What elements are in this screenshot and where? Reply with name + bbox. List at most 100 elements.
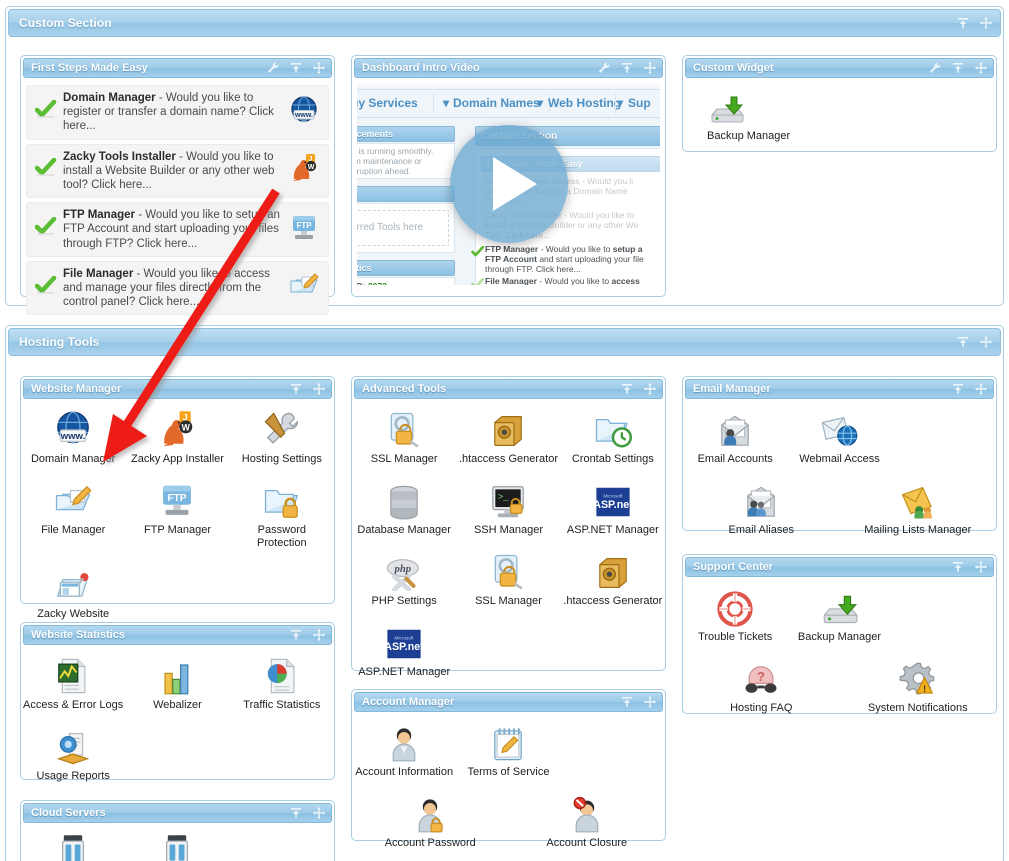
move-icon[interactable] bbox=[644, 383, 656, 395]
tile-label: Account Password bbox=[384, 837, 476, 849]
collapse-icon[interactable] bbox=[957, 17, 969, 29]
webalizer-icon bbox=[127, 655, 227, 695]
tile-label: Crontab Settings bbox=[571, 453, 654, 465]
tile-zacky-app-installer[interactable]: J W Zacky App Installer bbox=[125, 403, 229, 474]
panel-first-steps: First Steps Made Easy Domain Manager - W… bbox=[20, 55, 335, 316]
tile-webmail-access[interactable]: Webmail Access bbox=[787, 403, 891, 474]
backup-manager-icon bbox=[789, 587, 889, 627]
tile-account-information[interactable]: Account Information bbox=[352, 716, 456, 787]
tile-cloud-server-2[interactable] bbox=[125, 827, 229, 861]
ssl-manager-icon bbox=[458, 551, 558, 591]
tile-account-password[interactable]: Account Password bbox=[352, 787, 509, 858]
tile-label: PHP Settings bbox=[371, 595, 437, 607]
thumb-menu-item: ▾ bbox=[617, 96, 624, 110]
custom-widget-title: Custom Widget bbox=[693, 62, 774, 74]
tile-password-protection[interactable]: Password Protection bbox=[230, 474, 334, 558]
move-icon[interactable] bbox=[644, 696, 656, 708]
tile-label: .htaccess Generator bbox=[458, 453, 559, 465]
tile-ssl-manager-2[interactable]: SSL Manager bbox=[456, 545, 560, 616]
list-item-title: Domain Manager bbox=[63, 92, 156, 104]
wrench-icon[interactable] bbox=[929, 62, 941, 74]
tile-trouble-tickets[interactable]: Trouble Tickets bbox=[683, 581, 787, 652]
cloud-servers-header: Cloud Servers bbox=[23, 803, 332, 823]
collapse-icon[interactable] bbox=[952, 561, 964, 573]
password-protection-icon bbox=[232, 480, 332, 520]
move-icon[interactable] bbox=[644, 62, 656, 74]
tile-label: .htaccess Generator bbox=[563, 595, 663, 607]
collapse-icon[interactable] bbox=[952, 62, 964, 74]
support-center-grid: Trouble Tickets Backup Manager ? Hosting… bbox=[683, 579, 996, 723]
tile-label: Trouble Tickets bbox=[698, 631, 773, 643]
website-manager-header: Website Manager bbox=[23, 379, 332, 399]
usage-reports-icon bbox=[23, 726, 123, 766]
intro-video-title: Dashboard Intro Video bbox=[362, 62, 480, 74]
tile-access-error-logs[interactable]: Access & Error Logs bbox=[21, 649, 125, 720]
tile-label: FTP Manager bbox=[143, 524, 212, 536]
tile-htaccess-generator-1[interactable]: .htaccess Generator bbox=[456, 403, 560, 474]
collapse-icon[interactable] bbox=[290, 62, 302, 74]
collapse-icon[interactable] bbox=[290, 807, 302, 819]
tile-hosting-settings[interactable]: Hosting Settings bbox=[230, 403, 334, 474]
move-icon[interactable] bbox=[980, 17, 992, 29]
move-icon[interactable] bbox=[313, 629, 325, 641]
tile-account-closure[interactable]: Account Closure bbox=[509, 787, 666, 858]
ftp-manager-icon: FTP bbox=[284, 212, 324, 247]
wrench-icon[interactable] bbox=[598, 62, 610, 74]
collapse-icon[interactable] bbox=[957, 336, 969, 348]
collapse-icon[interactable] bbox=[621, 383, 633, 395]
collapse-icon[interactable] bbox=[621, 696, 633, 708]
play-icon[interactable] bbox=[449, 124, 568, 243]
list-item[interactable]: File Manager - Would you like to access … bbox=[26, 260, 329, 316]
tile-system-notifications[interactable]: ! System Notifications bbox=[840, 652, 997, 723]
website-statistics-title: Website Statistics bbox=[31, 629, 125, 641]
website-statistics-header: Website Statistics bbox=[23, 625, 332, 645]
svg-text:FTP: FTP bbox=[296, 221, 312, 230]
collapse-icon[interactable] bbox=[952, 383, 964, 395]
tile-email-accounts[interactable]: Email Accounts bbox=[683, 403, 787, 474]
list-item[interactable]: Domain Manager - Would you like to regis… bbox=[26, 85, 329, 140]
tile-cloud-server-1[interactable] bbox=[21, 827, 125, 861]
tile-terms-of-service[interactable]: Terms of Service bbox=[456, 716, 560, 787]
tile-aspnet-manager-1[interactable]: Microsoft ASP.net ASP.NET Manager bbox=[561, 474, 665, 545]
move-icon[interactable] bbox=[313, 807, 325, 819]
tile-backup-manager[interactable]: Backup Manager bbox=[787, 581, 891, 652]
tile-webalizer[interactable]: Webalizer bbox=[125, 649, 229, 720]
tile-ftp-manager[interactable]: FTP FTP Manager bbox=[125, 474, 229, 558]
tile-mailing-lists-manager[interactable]: Mailing Lists Manager bbox=[840, 474, 997, 545]
list-item[interactable]: Zacky Tools Installer - Would you like t… bbox=[26, 143, 329, 199]
tile-ssl-manager-1[interactable]: SSL Manager bbox=[352, 403, 456, 474]
list-item[interactable]: FTP Manager - Would you like to setup an… bbox=[26, 202, 329, 257]
tile-crontab-settings[interactable]: Crontab Settings bbox=[561, 403, 665, 474]
tile-usage-reports[interactable]: Usage Reports bbox=[21, 720, 125, 791]
thumb-menu-item: ▾ bbox=[537, 96, 544, 110]
move-icon[interactable] bbox=[975, 561, 987, 573]
move-icon[interactable] bbox=[975, 62, 987, 74]
move-icon[interactable] bbox=[980, 336, 992, 348]
tile-hosting-faq[interactable]: ? Hosting FAQ bbox=[683, 652, 840, 723]
move-icon[interactable] bbox=[313, 383, 325, 395]
tile-email-aliases[interactable]: Email Aliases bbox=[683, 474, 840, 545]
hosting-tools-section: Hosting Tools Website Manager www. Domai… bbox=[5, 325, 1004, 861]
intro-video-thumbnail[interactable]: uy Services ▾ Domain Names ▾ Web Hosting… bbox=[357, 82, 660, 285]
website-manager-title: Website Manager bbox=[31, 383, 122, 395]
wrench-icon[interactable] bbox=[267, 62, 279, 74]
tile-label: Email Accounts bbox=[697, 453, 773, 465]
tile-domain-manager[interactable]: www. Domain Manager bbox=[21, 403, 125, 474]
tile-htaccess-generator-2[interactable]: .htaccess Generator bbox=[561, 545, 665, 616]
tile-label: Webmail Access bbox=[799, 453, 880, 465]
tile-traffic-statistics[interactable]: Traffic Statistics bbox=[230, 649, 334, 720]
move-icon[interactable] bbox=[313, 62, 325, 74]
tile-database-manager[interactable]: Database Manager bbox=[352, 474, 456, 545]
tile-backup-manager[interactable]: Backup Manager bbox=[697, 86, 992, 151]
collapse-icon[interactable] bbox=[621, 62, 633, 74]
move-icon[interactable] bbox=[975, 383, 987, 395]
collapse-icon[interactable] bbox=[290, 629, 302, 641]
tile-aspnet-manager-2[interactable]: Microsoft ASP.net ASP.NET Manager bbox=[352, 616, 456, 687]
tile-file-manager[interactable]: File Manager bbox=[21, 474, 125, 558]
tile-php-settings[interactable]: php PHP Settings bbox=[352, 545, 456, 616]
htaccess-icon bbox=[563, 551, 663, 591]
tile-label: SSL Manager bbox=[370, 453, 438, 465]
thumb-statistics-title: stics bbox=[357, 263, 372, 273]
tile-ssh-manager[interactable]: >_ SSH Manager bbox=[456, 474, 560, 545]
collapse-icon[interactable] bbox=[290, 383, 302, 395]
